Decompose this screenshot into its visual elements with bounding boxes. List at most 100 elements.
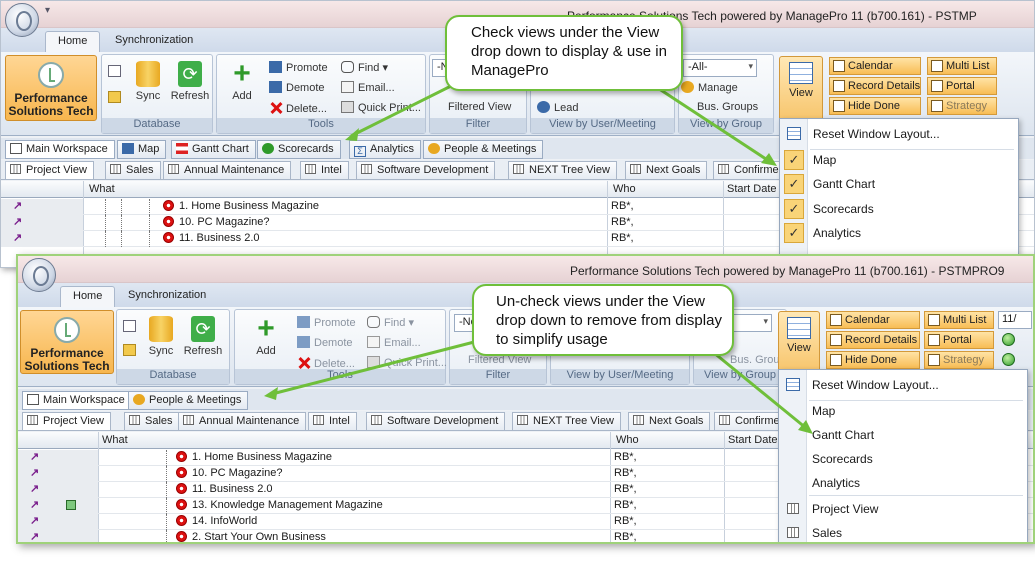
hide-done-button[interactable]: Hide Done — [829, 97, 921, 115]
menu-item-gantt-chart[interactable]: ✓ Gantt Chart — [780, 172, 1018, 196]
brand-logo-button[interactable]: Performance Solutions Tech — [20, 310, 114, 374]
portal-button[interactable]: Portal — [927, 77, 997, 95]
record-details-button[interactable]: Record Details — [829, 77, 921, 95]
menu-reset-window-layout[interactable]: Reset Window Layout... — [779, 373, 1027, 397]
refresh-button[interactable]: ⟳ Refresh — [181, 316, 225, 357]
brand-logo-button[interactable]: Performance Solutions Tech — [5, 55, 97, 121]
view-tab-intel[interactable]: Intel — [300, 161, 349, 180]
group-filter-dropdown[interactable]: -All- — [683, 59, 757, 77]
strategy-button[interactable]: Strategy — [924, 351, 994, 369]
app-orb-button[interactable] — [22, 258, 56, 292]
binoculars-icon — [341, 61, 354, 73]
view-tab-software-development[interactable]: Software Development — [366, 412, 506, 431]
col-who[interactable]: Who — [616, 434, 639, 446]
menu-item-map[interactable]: Map — [779, 399, 1027, 423]
view-tab-annual-maintenance[interactable]: Annual Maintenance — [163, 161, 292, 180]
ws-tab-map[interactable]: Map — [117, 140, 167, 159]
tab-synchronization[interactable]: Synchronization — [116, 286, 218, 307]
view-tab-next-goals[interactable]: Next Goals — [628, 412, 711, 431]
go-forward-icon[interactable] — [1002, 353, 1015, 366]
go-back-icon[interactable] — [1002, 333, 1015, 346]
sync-label: Sync — [135, 90, 161, 102]
col-start-date[interactable]: Start Date — [727, 183, 777, 195]
calendar-button[interactable]: Calendar — [826, 311, 920, 329]
view-tab-intel[interactable]: Intel — [308, 412, 357, 431]
sync-button[interactable]: Sync — [143, 316, 179, 357]
quick-print-button[interactable]: Quick Print... — [367, 356, 447, 369]
view-tab-confirmed[interactable]: Confirme — [713, 161, 786, 180]
view-tab-project-view[interactable]: Project View — [5, 161, 94, 180]
menu-item-map[interactable]: ✓ Map — [780, 148, 1018, 172]
bus-groups-label[interactable]: Bus. Groups — [697, 101, 758, 113]
menu-item-scorecards[interactable]: Scorecards — [779, 447, 1027, 471]
col-what[interactable]: What — [102, 434, 128, 446]
col-start-date[interactable]: Start Date — [728, 434, 778, 446]
tab-home[interactable]: Home — [60, 286, 116, 307]
manage-button[interactable]: Manage — [681, 81, 738, 94]
ws-tab-gantt-chart[interactable]: Gantt Chart — [171, 140, 256, 159]
open-folder-icon[interactable] — [108, 91, 125, 104]
promote-button[interactable]: Promote — [269, 61, 328, 74]
col-who[interactable]: Who — [613, 183, 636, 195]
portal-button[interactable]: Portal — [924, 331, 994, 349]
hide-done-button[interactable]: Hide Done — [826, 351, 920, 369]
filtered-view-button[interactable]: Filtered View — [448, 101, 511, 113]
view-tab-next-goals[interactable]: Next Goals — [625, 161, 708, 180]
menu-item-analytics[interactable]: ✓ Analytics — [780, 221, 1018, 245]
quick-print-button[interactable]: Quick Print... — [341, 101, 421, 114]
add-button[interactable]: + Add — [249, 314, 283, 358]
demote-button[interactable]: Demote — [269, 81, 325, 94]
ws-tab-people-meetings[interactable]: People & Meetings — [423, 140, 544, 159]
col-what[interactable]: What — [89, 183, 115, 195]
delete-button[interactable]: Delete... — [297, 356, 355, 370]
lead-button[interactable]: Lead — [537, 101, 578, 114]
arrow-icon: ↗ — [30, 531, 40, 543]
menu-item-project-view[interactable]: Project View — [779, 497, 1027, 521]
menu-item-analytics[interactable]: Analytics — [779, 471, 1027, 495]
view-tab-next-tree-view[interactable]: NEXT Tree View — [512, 412, 621, 431]
ws-tab-scorecards[interactable]: Scorecards — [257, 140, 341, 159]
menu-item-sales[interactable]: Sales — [779, 521, 1027, 542]
date-field[interactable]: 11/ — [998, 311, 1032, 329]
new-doc-icon[interactable] — [123, 320, 140, 333]
add-label: Add — [232, 90, 252, 102]
view-tab-project-view[interactable]: Project View — [22, 412, 111, 431]
demote-button[interactable]: Demote — [297, 336, 353, 349]
refresh-button[interactable]: ⟳ Refresh — [168, 61, 212, 102]
delete-button[interactable]: Delete... — [269, 101, 327, 115]
view-tab-sales[interactable]: Sales — [124, 412, 180, 431]
view-tab-confirmed[interactable]: Confirme — [714, 412, 787, 431]
tab-synchronization[interactable]: Synchronization — [103, 31, 205, 52]
view-tab-next-tree-view[interactable]: NEXT Tree View — [508, 161, 617, 180]
menu-item-scorecards[interactable]: ✓ Scorecards — [780, 197, 1018, 221]
view-tab-sales[interactable]: Sales — [105, 161, 161, 180]
add-button[interactable]: + Add — [225, 59, 259, 103]
multi-list-button[interactable]: Multi List — [927, 57, 997, 75]
menu-reset-window-layout[interactable]: Reset Window Layout... — [780, 122, 1018, 146]
strategy-button[interactable]: Strategy — [927, 97, 997, 115]
multi-list-button[interactable]: Multi List — [924, 311, 994, 329]
app-orb-button[interactable] — [5, 3, 39, 37]
menu-item-gantt-chart[interactable]: Gantt Chart — [779, 423, 1027, 447]
sync-button[interactable]: Sync — [130, 61, 166, 102]
quick-access-dropdown[interactable]: ▾ — [45, 5, 50, 16]
ws-tab-analytics[interactable]: Σ Analytics — [349, 140, 422, 159]
ws-tab-people-meetings[interactable]: People & Meetings — [128, 391, 249, 410]
find-button[interactable]: Find ▾ — [367, 316, 414, 329]
new-doc-icon[interactable] — [108, 65, 125, 78]
ws-tab-main-workspace[interactable]: Main Workspace — [22, 391, 132, 410]
ws-tab-main-workspace[interactable]: Main Workspace — [5, 140, 115, 159]
record-details-button[interactable]: Record Details — [826, 331, 920, 349]
tab-home[interactable]: Home — [45, 31, 101, 52]
grid-icon — [371, 415, 382, 425]
row-title: 1. Home Business Magazine — [179, 200, 320, 212]
email-button[interactable]: Email... — [367, 336, 421, 349]
email-button[interactable]: Email... — [341, 81, 395, 94]
find-button[interactable]: Find ▾ — [341, 61, 388, 74]
view-tab-annual-maintenance[interactable]: Annual Maintenance — [178, 412, 307, 431]
checkbox-icon[interactable] — [66, 500, 76, 510]
promote-button[interactable]: Promote — [297, 316, 356, 329]
view-tab-software-development[interactable]: Software Development — [356, 161, 496, 180]
open-folder-icon[interactable] — [123, 344, 140, 357]
calendar-button[interactable]: Calendar — [829, 57, 921, 75]
